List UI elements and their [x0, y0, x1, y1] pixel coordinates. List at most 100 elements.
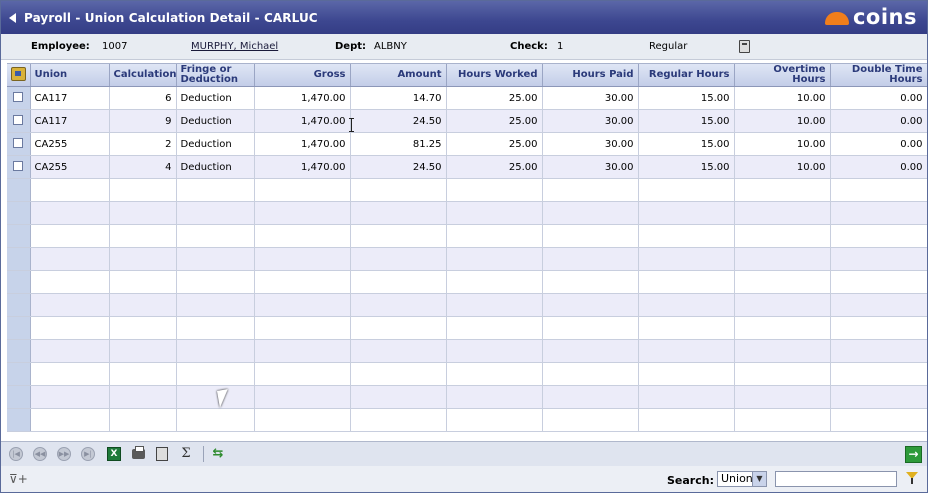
empty-cell[interactable] [638, 201, 735, 225]
calculator-icon[interactable] [739, 40, 750, 53]
cell-amount[interactable]: 24.50 [350, 109, 447, 133]
empty-cell[interactable] [446, 293, 543, 317]
filter-icon[interactable] [906, 472, 918, 484]
row-checkbox[interactable] [13, 91, 24, 102]
col-regular-hours[interactable]: Regular Hours [638, 64, 735, 87]
cell-double-time-hours[interactable]: 0.00 [830, 109, 927, 133]
empty-cell[interactable] [446, 316, 543, 340]
empty-cell[interactable] [350, 408, 447, 432]
row-select[interactable] [7, 293, 31, 317]
cell-union[interactable]: CA255 [30, 132, 110, 156]
cell-union[interactable]: CA117 [30, 109, 110, 133]
empty-cell[interactable] [254, 385, 351, 409]
empty-cell[interactable] [254, 178, 351, 202]
row-select[interactable] [7, 408, 31, 432]
cell-hours-paid[interactable]: 30.00 [542, 86, 639, 110]
empty-cell[interactable] [734, 201, 831, 225]
cell-hours-paid[interactable]: 30.00 [542, 132, 639, 156]
previous-record-button[interactable]: ◀◀ [33, 447, 47, 461]
cell-calculation[interactable]: 2 [109, 132, 177, 156]
empty-cell[interactable] [30, 293, 110, 317]
empty-table-row[interactable] [7, 178, 927, 202]
empty-cell[interactable] [109, 316, 177, 340]
empty-cell[interactable] [109, 385, 177, 409]
search-field-select[interactable]: Union ▼ [717, 471, 767, 487]
empty-cell[interactable] [350, 362, 447, 386]
cell-double-time-hours[interactable]: 0.00 [830, 155, 927, 179]
empty-cell[interactable] [638, 316, 735, 340]
empty-cell[interactable] [830, 224, 927, 248]
empty-cell[interactable] [638, 270, 735, 294]
print-button[interactable] [131, 446, 145, 461]
empty-cell[interactable] [176, 201, 255, 225]
empty-cell[interactable] [176, 293, 255, 317]
empty-cell[interactable] [30, 201, 110, 225]
empty-cell[interactable] [30, 362, 110, 386]
empty-cell[interactable] [254, 408, 351, 432]
cell-hours-paid[interactable]: 30.00 [542, 155, 639, 179]
empty-cell[interactable] [350, 339, 447, 363]
empty-cell[interactable] [734, 247, 831, 271]
row-select[interactable] [7, 86, 31, 110]
empty-cell[interactable] [830, 362, 927, 386]
empty-cell[interactable] [254, 293, 351, 317]
empty-cell[interactable] [176, 339, 255, 363]
empty-cell[interactable] [542, 178, 639, 202]
export-excel-button[interactable]: X [107, 447, 121, 461]
cell-hours-worked[interactable]: 25.00 [446, 155, 543, 179]
col-calculation[interactable]: Calculation [109, 64, 177, 87]
cell-double-time-hours[interactable]: 0.00 [830, 132, 927, 156]
empty-cell[interactable] [176, 247, 255, 271]
empty-cell[interactable] [176, 408, 255, 432]
add-filter-icon[interactable]: ⊽+ [9, 473, 28, 485]
empty-cell[interactable] [734, 293, 831, 317]
empty-cell[interactable] [254, 201, 351, 225]
cell-gross[interactable]: 1,470.00 [254, 86, 351, 110]
empty-cell[interactable] [542, 339, 639, 363]
cell-overtime-hours[interactable]: 10.00 [734, 86, 831, 110]
empty-cell[interactable] [350, 224, 447, 248]
cell-fringe-or-deduction[interactable]: Deduction [176, 109, 255, 133]
cell-calculation[interactable]: 9 [109, 109, 177, 133]
cell-hours-worked[interactable]: 25.00 [446, 132, 543, 156]
empty-cell[interactable] [350, 178, 447, 202]
row-select[interactable] [7, 201, 31, 225]
col-hours-worked[interactable]: Hours Worked [446, 64, 543, 87]
search-input[interactable] [775, 471, 897, 487]
table-row[interactable]: CA117 9 Deduction 1,470.00 24.50 25.00 3… [7, 109, 927, 133]
empty-table-row[interactable] [7, 408, 927, 432]
cell-fringe-or-deduction[interactable]: Deduction [176, 132, 255, 156]
empty-cell[interactable] [542, 293, 639, 317]
empty-cell[interactable] [734, 316, 831, 340]
empty-table-row[interactable] [7, 293, 927, 317]
cell-calculation[interactable]: 4 [109, 155, 177, 179]
collapse-arrow-icon[interactable] [9, 12, 16, 23]
empty-cell[interactable] [30, 339, 110, 363]
empty-cell[interactable] [446, 247, 543, 271]
empty-cell[interactable] [446, 178, 543, 202]
cell-regular-hours[interactable]: 15.00 [638, 86, 735, 110]
empty-cell[interactable] [734, 385, 831, 409]
empty-cell[interactable] [109, 293, 177, 317]
empty-cell[interactable] [830, 247, 927, 271]
row-select[interactable] [7, 109, 31, 133]
empty-cell[interactable] [830, 316, 927, 340]
refresh-button[interactable]: ⇆ [211, 447, 225, 461]
empty-table-row[interactable] [7, 247, 927, 271]
cell-amount[interactable]: 24.50 [350, 155, 447, 179]
last-record-button[interactable]: ▶| [81, 447, 95, 461]
empty-cell[interactable] [830, 385, 927, 409]
empty-cell[interactable] [254, 270, 351, 294]
empty-cell[interactable] [542, 247, 639, 271]
cell-hours-worked[interactable]: 25.00 [446, 86, 543, 110]
empty-cell[interactable] [446, 270, 543, 294]
empty-table-row[interactable] [7, 385, 927, 409]
empty-cell[interactable] [350, 316, 447, 340]
empty-cell[interactable] [638, 247, 735, 271]
empty-cell[interactable] [176, 270, 255, 294]
empty-cell[interactable] [542, 201, 639, 225]
empty-cell[interactable] [542, 362, 639, 386]
empty-cell[interactable] [734, 339, 831, 363]
cell-hours-worked[interactable]: 25.00 [446, 109, 543, 133]
empty-cell[interactable] [446, 408, 543, 432]
